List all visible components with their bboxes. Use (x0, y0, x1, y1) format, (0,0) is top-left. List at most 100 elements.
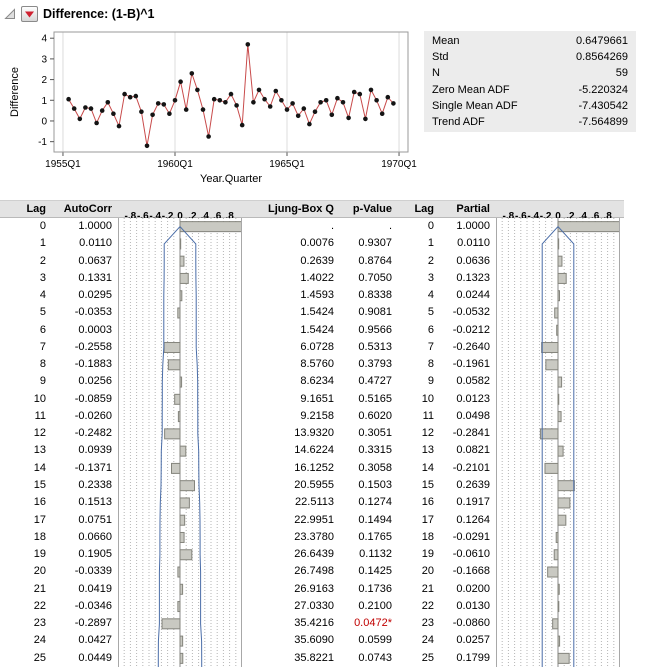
header-lag: Lag (8, 203, 46, 215)
ljung-box-q-value: 20.5955 (246, 477, 334, 494)
lag-value: 23 (8, 615, 46, 632)
stat-label: Mean (432, 33, 460, 49)
ljung-box-q-value: 1.5424 (246, 322, 334, 339)
p-value: 0.1736 (334, 581, 392, 598)
p-value: 0.1425 (334, 563, 392, 580)
red-triangle-icon (25, 11, 34, 18)
autocorr-value: 0.0660 (46, 529, 112, 546)
autocorr-value: 0.1905 (46, 546, 112, 563)
autocorr-value: 1.0000 (46, 218, 112, 235)
partial-value: 0.0257 (434, 632, 490, 649)
lag-value-2: 7 (392, 339, 434, 356)
lag-value-2: 16 (392, 494, 434, 511)
lag-value: 14 (8, 460, 46, 477)
lag-value: 16 (8, 494, 46, 511)
disclosure-triangle-icon[interactable] (4, 8, 16, 20)
lag-value: 18 (8, 529, 46, 546)
autocorr-value: -0.1371 (46, 460, 112, 477)
stat-label: Trend ADF (432, 114, 485, 130)
stat-value: 0.6479661 (576, 33, 628, 49)
stat-value: -5.220324 (578, 82, 628, 98)
svg-text:Difference: Difference (9, 67, 21, 117)
lag-value-2: 12 (392, 425, 434, 442)
autocorr-value: 0.0295 (46, 287, 112, 304)
lag-value: 7 (8, 339, 46, 356)
autocorr-bar-plot[interactable] (118, 218, 242, 667)
lag-value-2: 0 (392, 218, 434, 235)
p-value: 0.1494 (334, 512, 392, 529)
p-value: 0.3058 (334, 460, 392, 477)
ljung-box-q-value: 6.0728 (246, 339, 334, 356)
svg-text:1965Q1: 1965Q1 (269, 159, 305, 170)
autocorr-value: 0.0003 (46, 322, 112, 339)
lag-value: 12 (8, 425, 46, 442)
stat-row-single-mean-adf: Single Mean ADF -7.430542 (424, 98, 636, 114)
partial-value: -0.2101 (434, 460, 490, 477)
lag-value-2: 4 (392, 287, 434, 304)
p-value: 0.1274 (334, 494, 392, 511)
ljung-box-q-value: 1.4593 (246, 287, 334, 304)
header-autocorr: AutoCorr (46, 203, 112, 215)
partial-value: 0.0110 (434, 235, 490, 252)
autocorr-value: -0.0859 (46, 391, 112, 408)
lag-value-2: 10 (392, 391, 434, 408)
autocorr-value: 0.0637 (46, 253, 112, 270)
lag-value-2: 15 (392, 477, 434, 494)
lag-value: 24 (8, 632, 46, 649)
svg-text:1955Q1: 1955Q1 (45, 159, 81, 170)
ljung-box-q-value: 35.6090 (246, 632, 334, 649)
lag-value: 9 (8, 373, 46, 390)
lag-value-2: 19 (392, 546, 434, 563)
header-partial: Partial (434, 203, 490, 215)
svg-text:1960Q1: 1960Q1 (157, 159, 193, 170)
partial-value: 0.0821 (434, 442, 490, 459)
lag-value-2: 2 (392, 253, 434, 270)
p-value: 0.3793 (334, 356, 392, 373)
autocorr-value: 0.0751 (46, 512, 112, 529)
partial-value: 0.0498 (434, 408, 490, 425)
autocorr-value: -0.0260 (46, 408, 112, 425)
autocorr-value: -0.0339 (46, 563, 112, 580)
p-value: 0.5313 (334, 339, 392, 356)
ljung-box-q-value: 26.6439 (246, 546, 334, 563)
p-value: . (334, 218, 392, 235)
partial-value: 0.1799 (434, 650, 490, 667)
difference-time-series-plot[interactable]: 1955Q11960Q11965Q11970Q1-101234Year.Quar… (6, 24, 420, 194)
p-value: 0.4727 (334, 373, 392, 390)
autocorr-value: -0.1883 (46, 356, 112, 373)
acf-table-header: Lag AutoCorr -.8-.6-.4-.20.2.4.6.8 Ljung… (0, 200, 624, 218)
lag-value-2: 3 (392, 270, 434, 287)
p-value: 0.1503 (334, 477, 392, 494)
p-value: 0.2100 (334, 598, 392, 615)
ljung-box-q-value: 1.4022 (246, 270, 334, 287)
lag-value-2: 18 (392, 529, 434, 546)
jmp-difference-report: Difference: (1-B)^1 1955Q11960Q11965Q119… (0, 0, 665, 667)
lag-value-2: 23 (392, 615, 434, 632)
p-value: 0.9307 (334, 235, 392, 252)
lag-value: 22 (8, 598, 46, 615)
p-value: 0.1765 (334, 529, 392, 546)
svg-text:-1: -1 (38, 137, 47, 148)
partial-autocorr-bar-plot[interactable] (496, 218, 620, 667)
red-triangle-menu-button[interactable] (21, 6, 38, 22)
autocorr-value: 0.0449 (46, 650, 112, 667)
partial-value: 0.1323 (434, 270, 490, 287)
partial-value: 0.1917 (434, 494, 490, 511)
partial-value: 0.0636 (434, 253, 490, 270)
p-value: 0.6020 (334, 408, 392, 425)
autocorr-value: -0.2482 (46, 425, 112, 442)
lag-value-2: 1 (392, 235, 434, 252)
ljung-box-q-value: . (246, 218, 334, 235)
ljung-box-q-value: 8.5760 (246, 356, 334, 373)
ljung-box-q-value: 13.9320 (246, 425, 334, 442)
partial-value: 0.0582 (434, 373, 490, 390)
p-value: 0.9081 (334, 304, 392, 321)
lag-value-2: 6 (392, 322, 434, 339)
partial-value: -0.2841 (434, 425, 490, 442)
stat-label: N (432, 65, 440, 81)
partial-value: -0.1961 (434, 356, 490, 373)
lag-value-2: 22 (392, 598, 434, 615)
report-title: Difference: (1-B)^1 (43, 7, 155, 21)
p-value: 0.5165 (334, 391, 392, 408)
partial-value: -0.0860 (434, 615, 490, 632)
